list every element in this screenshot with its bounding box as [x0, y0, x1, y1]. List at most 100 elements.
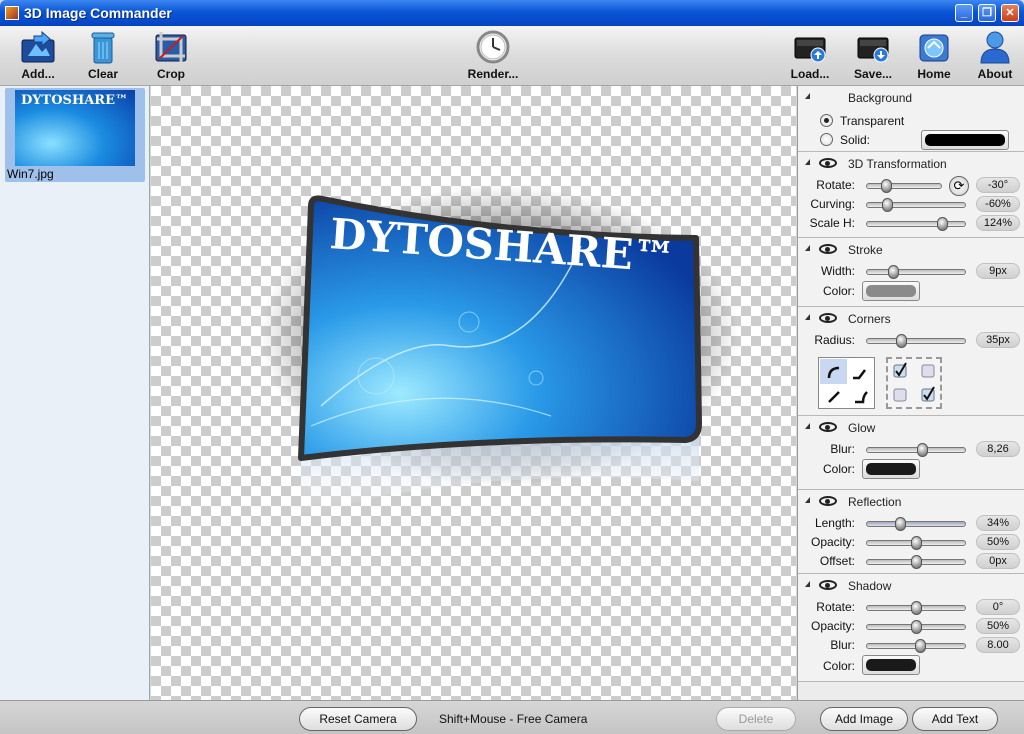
- shadow-opacity-label: Opacity:: [810, 619, 855, 633]
- radius-slider-knob[interactable]: [896, 334, 908, 348]
- stroke-width-label: Width:: [820, 264, 855, 278]
- crop-button[interactable]: Crop: [141, 30, 201, 84]
- properties-panel: Background Transparent Solid: 3D Transfo…: [797, 86, 1024, 700]
- about-button[interactable]: About: [965, 30, 1024, 84]
- save-button[interactable]: Save...: [843, 30, 903, 84]
- reflection-opacity-slider[interactable]: [866, 536, 966, 550]
- corner-apply-selector[interactable]: [886, 357, 942, 409]
- reflection-offset-slider[interactable]: [866, 555, 966, 569]
- shadow-opacity-slider[interactable]: [866, 620, 966, 634]
- stroke-width-slider[interactable]: [866, 265, 966, 279]
- rotate-row: Rotate: ⟳ -30°: [798, 176, 1024, 196]
- shadow-color-label: Color:: [822, 659, 855, 673]
- shadow-color-button[interactable]: [862, 655, 920, 675]
- save-label: Save...: [853, 67, 893, 81]
- delete-button[interactable]: Delete: [716, 707, 796, 731]
- glow-blur-slider[interactable]: [866, 443, 966, 457]
- thumbnail: DYTOSHARE™: [15, 90, 135, 166]
- glow-color-swatch: [866, 463, 916, 475]
- glow-blur-value: 8,26: [976, 441, 1020, 457]
- list-item[interactable]: DYTOSHARE™ Win7.jpg: [5, 88, 145, 182]
- visibility-eye-icon[interactable]: [819, 422, 837, 432]
- shadow-blur-slider[interactable]: [866, 639, 966, 653]
- radius-slider[interactable]: [866, 334, 966, 348]
- visibility-eye-icon[interactable]: [819, 313, 837, 323]
- reset-camera-button[interactable]: Reset Camera: [299, 707, 417, 731]
- corners-section: Corners Radius: 35px: [798, 307, 1024, 416]
- stroke-width-knob[interactable]: [888, 265, 900, 279]
- load-button[interactable]: Load...: [780, 30, 840, 84]
- minimize-button[interactable]: _: [955, 4, 973, 22]
- preview-canvas[interactable]: DYTOSHARE™: [151, 86, 796, 700]
- curving-slider[interactable]: [866, 198, 966, 212]
- maximize-button[interactable]: ❐: [978, 4, 996, 22]
- stroke-width-row: Width: 9px: [798, 262, 1024, 281]
- reset-rotate-icon[interactable]: ⟳: [949, 176, 969, 196]
- stroke-color-button[interactable]: [862, 281, 920, 301]
- close-button[interactable]: ✕: [1001, 4, 1019, 22]
- shadow-opacity-knob[interactable]: [911, 620, 922, 634]
- shadow-blur-value: 8.00: [976, 637, 1020, 653]
- transparent-label: Transparent: [840, 114, 905, 128]
- stroke-section: Stroke Width: 9px Color:: [798, 238, 1024, 307]
- reflection-length-knob[interactable]: [895, 517, 907, 531]
- stroke-color-row: Color:: [798, 281, 1024, 301]
- shadow-opacity-value: 50%: [976, 618, 1020, 634]
- section-title: Stroke: [848, 243, 883, 257]
- about-label: About: [977, 67, 1013, 81]
- visibility-eye-icon[interactable]: [819, 580, 837, 590]
- corners-header[interactable]: Corners: [798, 307, 1024, 329]
- add-button[interactable]: Add...: [8, 30, 68, 84]
- rendered-image: DYTOSHARE™: [259, 186, 739, 516]
- solid-label: Solid:: [840, 133, 871, 147]
- render-button[interactable]: Render...: [463, 30, 523, 84]
- home-button[interactable]: Home: [904, 30, 964, 84]
- scaleh-slider[interactable]: [866, 217, 966, 231]
- shadow-rotate-label: Rotate:: [816, 600, 855, 614]
- reflection-section: Reflection Length: 34% Opacity: 50% Offs…: [798, 490, 1024, 574]
- reflection-header[interactable]: Reflection: [798, 490, 1024, 512]
- rotate-label: Rotate:: [816, 178, 855, 192]
- shadow-section: Shadow Rotate: 0° Opacity: 50% Blur: 8.0…: [798, 574, 1024, 682]
- user-icon: [977, 30, 1013, 64]
- stroke-header[interactable]: Stroke: [798, 238, 1024, 260]
- background-color-button[interactable]: [921, 130, 1009, 150]
- scaleh-slider-knob[interactable]: [937, 217, 949, 231]
- rotate-slider-knob[interactable]: [880, 179, 892, 193]
- visibility-eye-icon[interactable]: [819, 244, 837, 254]
- shadow-blur-knob[interactable]: [914, 639, 926, 653]
- thumbnail-text: DYTOSHARE™: [21, 93, 129, 108]
- glow-header[interactable]: Glow: [798, 416, 1024, 438]
- collapse-triangle-icon: [805, 423, 810, 429]
- section-title: Reflection: [848, 495, 902, 509]
- rotate-slider[interactable]: [866, 179, 942, 193]
- shadow-opacity-row: Opacity: 50%: [798, 617, 1024, 636]
- reflection-length-slider[interactable]: [866, 517, 966, 531]
- background-header[interactable]: Background: [798, 86, 1024, 108]
- visibility-eye-icon[interactable]: [819, 496, 837, 506]
- shadow-rotate-slider[interactable]: [866, 601, 966, 615]
- shadow-header[interactable]: Shadow: [798, 574, 1024, 596]
- add-image-button[interactable]: Add Image: [820, 707, 908, 731]
- render-label: Render...: [467, 67, 519, 81]
- radius-value: 35px: [976, 332, 1020, 348]
- transform-header[interactable]: 3D Transformation: [798, 152, 1024, 174]
- reflection-opacity-knob[interactable]: [911, 536, 922, 550]
- add-text-button[interactable]: Add Text: [912, 707, 998, 731]
- add-image-icon: [20, 30, 56, 64]
- visibility-eye-icon[interactable]: [819, 158, 837, 168]
- solid-radio[interactable]: [820, 133, 833, 146]
- curving-slider-knob[interactable]: [881, 198, 893, 212]
- shadow-rotate-knob[interactable]: [911, 601, 922, 615]
- image-list: DYTOSHARE™ Win7.jpg: [0, 86, 150, 700]
- reflection-offset-knob[interactable]: [911, 555, 922, 569]
- collapse-triangle-icon: [805, 497, 810, 503]
- clear-button[interactable]: Clear: [73, 30, 133, 84]
- image-filename: Win7.jpg: [7, 167, 54, 181]
- section-title: Background: [848, 91, 913, 105]
- corner-style-selector[interactable]: [818, 357, 875, 409]
- glow-color-button[interactable]: [862, 459, 920, 479]
- transparent-radio[interactable]: [820, 114, 833, 127]
- glow-blur-knob[interactable]: [916, 443, 928, 457]
- shadow-blur-row: Blur: 8.00: [798, 636, 1024, 655]
